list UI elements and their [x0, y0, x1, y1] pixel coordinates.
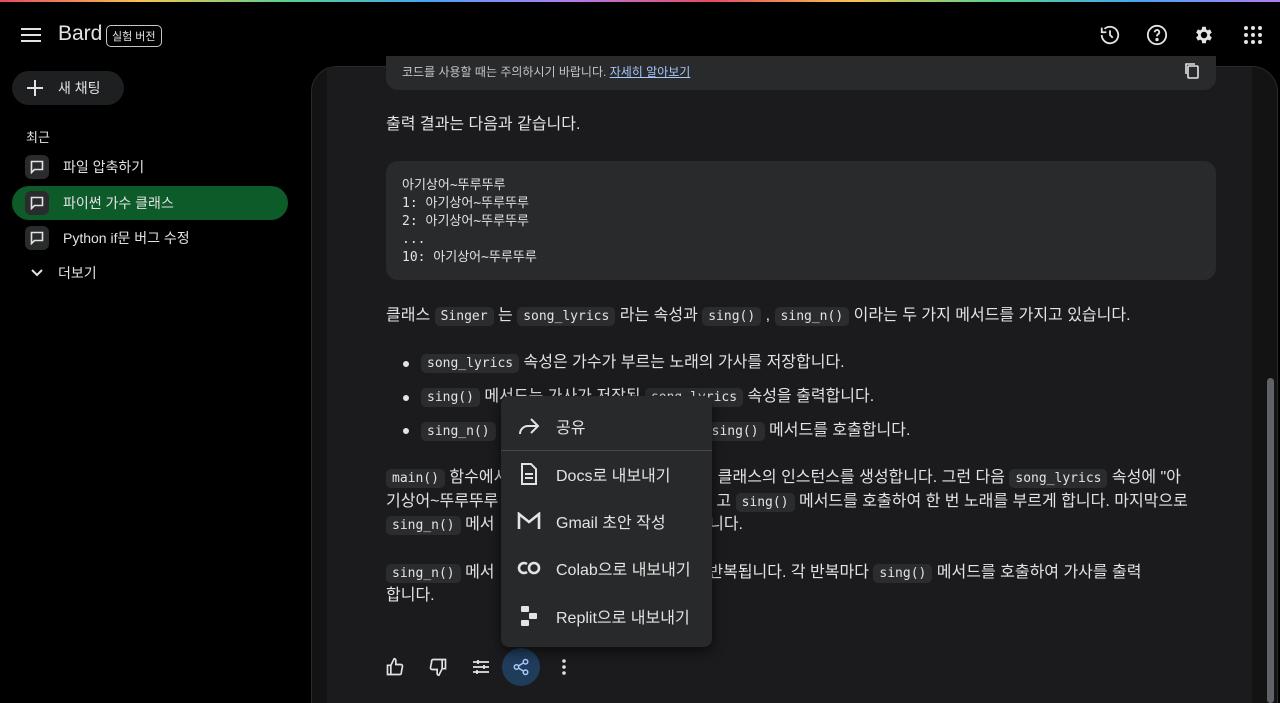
more-options-icon[interactable]	[545, 648, 583, 686]
sidebar: 새 채팅 최근 파일 압축하기 파이썬 가수 클래스 Python if문 버그…	[0, 66, 300, 703]
menu-item-export-colab[interactable]: Colab으로 내보내기	[501, 544, 712, 591]
sing-n-description-line2: 합니다.	[386, 587, 435, 604]
menu-item-export-docs[interactable]: Docs로 내보내기	[501, 450, 712, 497]
modify-response-icon[interactable]	[462, 648, 500, 686]
apps-grid-icon[interactable]	[1238, 20, 1268, 50]
show-more-label: 더보기	[58, 265, 97, 281]
bullet-dot	[403, 395, 409, 401]
chevron-down-icon	[31, 269, 43, 277]
experiment-badge: 실험 버전	[106, 25, 162, 47]
scrollbar-thumb[interactable]	[1267, 378, 1274, 703]
menu-item-label: 공유	[556, 419, 586, 437]
new-chat-button[interactable]: 새 채팅	[12, 71, 124, 105]
sidebar-item-python-singer-class[interactable]: 파이썬 가수 클래스	[12, 186, 288, 220]
output-text: 아기상어~뚜루뚜루 1: 아기상어~뚜루뚜루 2: 아기상어~뚜루뚜루 ... …	[402, 178, 537, 265]
class-description: 클래스 Singer 는 song_lyrics 라는 속성과 sing() ,…	[386, 307, 1131, 326]
new-chat-label: 새 채팅	[58, 80, 101, 96]
thumbs-down-icon[interactable]	[419, 648, 457, 686]
output-code-block: 아기상어~뚜루뚜루 1: 아기상어~뚜루뚜루 2: 아기상어~뚜루뚜루 ... …	[386, 161, 1216, 280]
settings-gear-icon[interactable]	[1189, 20, 1219, 50]
bullet-song-lyrics: song_lyrics 속성은 가수가 부르는 노래의 가사를 저장합니다.	[421, 351, 845, 376]
share-icon[interactable]	[502, 648, 540, 686]
history-icon[interactable]	[1095, 20, 1125, 50]
menu-item-export-replit[interactable]: Replit으로 내보내기	[501, 592, 712, 639]
output-intro: 출력 결과는 다음과 같습니다.	[386, 116, 581, 133]
colab-icon	[516, 555, 542, 581]
chat-bubble-icon	[25, 226, 49, 250]
bullet-dot	[403, 428, 409, 434]
menu-item-gmail-draft[interactable]: Gmail 초안 작성	[501, 497, 712, 544]
menu-icon[interactable]	[16, 20, 46, 50]
thumbs-up-icon[interactable]	[376, 648, 414, 686]
menu-item-label: Colab으로 내보내기	[556, 561, 691, 579]
menu-item-label: Gmail 초안 작성	[556, 514, 666, 532]
learn-more-link[interactable]: 자세히 알아보기	[610, 65, 691, 79]
menu-item-label: Replit으로 내보내기	[556, 609, 690, 627]
menu-item-label: Docs로 내보내기	[556, 467, 671, 485]
sidebar-item-label: Python if문 버그 수정	[63, 230, 190, 246]
chat-bubble-icon	[25, 155, 49, 179]
sing-n-description-line1: sing_n() 메서 만큼 반복됩니다. 각 반복마다 sing() 메서드를 …	[386, 561, 1142, 586]
code-warning-text: 코드를 사용할 때는 주의하시기 바랍니다. 자세히 알아보기	[402, 65, 691, 79]
sidebar-item-label: 파일 압축하기	[63, 159, 145, 175]
app-logo[interactable]: Bard	[58, 22, 102, 46]
share-menu: 공유 Docs로 내보내기 Gmail 초안 작성 Colab으로 내보내기 R…	[501, 396, 712, 647]
help-icon[interactable]	[1142, 20, 1172, 50]
bullet-dot	[403, 361, 409, 367]
share-arrow-icon	[516, 413, 542, 439]
sidebar-item-label: 파이썬 가수 클래스	[63, 195, 174, 211]
gmail-icon	[516, 508, 542, 534]
sidebar-item-python-if-bugfix[interactable]: Python if문 버그 수정	[12, 221, 288, 255]
docs-icon	[516, 461, 542, 487]
recent-heading: 최근	[26, 130, 50, 145]
show-more-button[interactable]: 더보기	[30, 263, 97, 283]
menu-item-share[interactable]: 공유	[501, 402, 712, 449]
sidebar-item-file-compress[interactable]: 파일 압축하기	[12, 150, 288, 184]
code-block-footer: 코드를 사용할 때는 주의하시기 바랍니다. 자세히 알아보기	[386, 56, 1216, 90]
copy-icon[interactable]	[1184, 62, 1200, 85]
chat-bubble-icon	[25, 191, 49, 215]
plus-icon	[27, 80, 43, 96]
replit-icon	[516, 603, 542, 629]
